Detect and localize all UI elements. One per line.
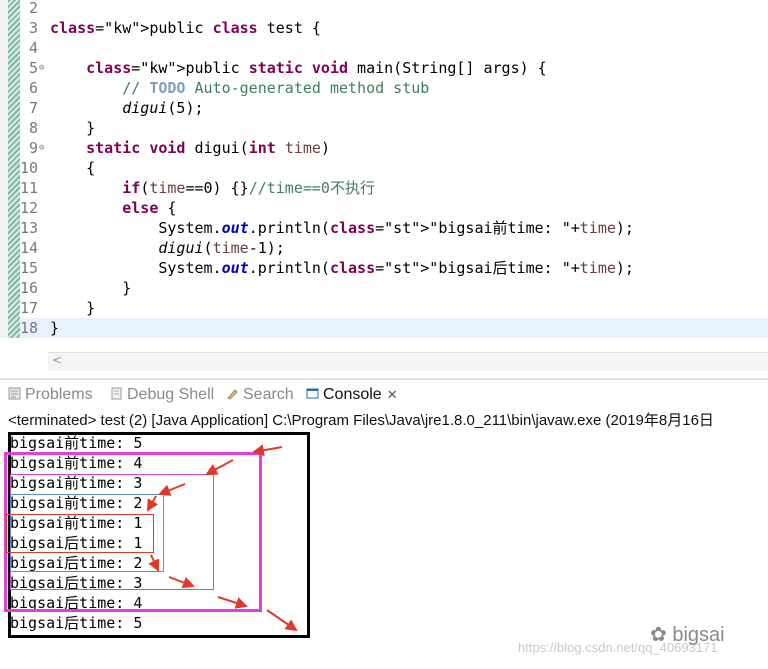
line-number: 6 xyxy=(28,79,38,97)
code-line: static void digui(int time) xyxy=(86,139,330,157)
code-line: // TODO Auto-generated method stub xyxy=(122,79,430,97)
close-icon[interactable]: ✕ xyxy=(387,387,398,402)
console-status-line: <terminated> test (2) [Java Application]… xyxy=(8,412,714,429)
line-number: 17 xyxy=(20,299,39,317)
line-number: 9 xyxy=(28,139,38,157)
tab-console[interactable]: Console ✕ xyxy=(306,383,398,407)
line-number: 2 xyxy=(28,0,38,17)
code-line: } xyxy=(50,119,96,137)
code-line: digui(5); xyxy=(122,99,204,117)
code-line: } xyxy=(50,299,96,317)
line-number: 13 xyxy=(20,219,39,237)
tab-label: Console xyxy=(323,386,382,403)
line-number: 18 xyxy=(20,319,39,337)
tab-label: Debug Shell xyxy=(127,386,215,403)
line-number: 8 xyxy=(28,119,38,137)
wechat-icon: ✿ xyxy=(650,624,673,646)
bottom-panel-tabs: Problems Debug Shell Search Console ✕ xyxy=(0,383,768,407)
brand-text: bigsai xyxy=(672,624,725,646)
scroll-left-icon[interactable]: < xyxy=(52,353,62,367)
line-number: 16 xyxy=(20,279,39,297)
line-number: 3 xyxy=(28,19,38,37)
line-number: 11 xyxy=(20,179,39,197)
problems-icon xyxy=(8,387,21,400)
code-line: System.out.println(class="st">"bigsai后ti… xyxy=(50,259,634,277)
tab-label: Problems xyxy=(25,386,93,403)
code-editor[interactable]: 2 3 4 5 6 7 8 9 10 11 12 13 14 15 16 17 … xyxy=(0,0,768,378)
fold-collapse-icon[interactable]: ⊖ xyxy=(39,58,44,78)
code-line: System.out.println(class="st">"bigsai前ti… xyxy=(50,219,634,237)
tab-problems[interactable]: Problems xyxy=(8,383,93,407)
line-number: 15 xyxy=(20,259,39,277)
code-line: } xyxy=(50,279,132,297)
code-line: class="kw">public class test { xyxy=(50,19,321,37)
panel-divider[interactable] xyxy=(0,378,768,380)
tab-debug-shell[interactable]: Debug Shell xyxy=(110,383,214,407)
change-ruler xyxy=(8,0,20,338)
watermark-brand: ✿ bigsai xyxy=(650,622,725,647)
tab-search[interactable]: Search xyxy=(226,383,294,407)
tab-label: Search xyxy=(243,386,294,403)
current-line-highlight xyxy=(0,318,768,338)
code-line: digui(time-1); xyxy=(158,239,285,257)
annotation-box-red xyxy=(6,514,154,553)
search-icon xyxy=(227,389,238,400)
line-number: 5 xyxy=(28,59,38,77)
code-line: else { xyxy=(122,199,177,217)
line-number: 14 xyxy=(20,239,39,257)
line-number: 4 xyxy=(28,39,38,57)
line-number: 7 xyxy=(28,99,38,117)
code-line: if(time==0) {}//time==0不执行 xyxy=(122,179,375,197)
code-line: } xyxy=(50,319,60,337)
code-line: { xyxy=(50,159,96,177)
code-line: class="kw">public static void main(Strin… xyxy=(86,59,547,77)
horizontal-scrollbar[interactable]: < xyxy=(48,352,768,371)
line-number: 10 xyxy=(20,159,39,177)
debug-shell-icon xyxy=(111,387,122,400)
console-icon xyxy=(306,388,319,399)
line-number: 12 xyxy=(20,199,39,217)
fold-collapse-icon[interactable]: ⊖ xyxy=(39,138,44,158)
